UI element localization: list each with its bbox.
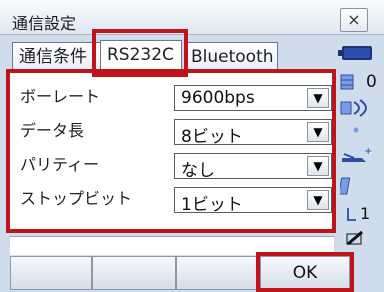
title-bar: 通信設定 ×: [0, 0, 384, 35]
softkey-1[interactable]: [10, 256, 92, 290]
tab-communication-conditions[interactable]: 通信条件: [12, 42, 102, 70]
grid-icon: [340, 74, 354, 90]
prism-icon: +: [342, 146, 372, 162]
settings-window: 通信設定 × 通信条件 RS232C Bluetooth ボーレート 9600b…: [0, 0, 384, 292]
one-value: 1: [360, 204, 371, 223]
dot-icon: [353, 127, 359, 133]
softkey-3[interactable]: [176, 256, 260, 290]
zero-value: 0: [366, 72, 377, 92]
softkey-2[interactable]: [92, 256, 176, 290]
laser-icon: [340, 99, 367, 117]
close-button[interactable]: ×: [340, 8, 368, 32]
highlight-form-panel: [6, 69, 336, 233]
highlight-ok-button: [256, 252, 354, 292]
battery-icon: [342, 46, 372, 60]
corner-icon: [347, 208, 356, 221]
pen-icon: [346, 230, 363, 246]
svg-text:+: +: [364, 146, 372, 157]
window-title: 通信設定: [12, 14, 77, 33]
tilt-icon: [340, 177, 351, 195]
tab-bluetooth[interactable]: Bluetooth: [184, 42, 278, 70]
